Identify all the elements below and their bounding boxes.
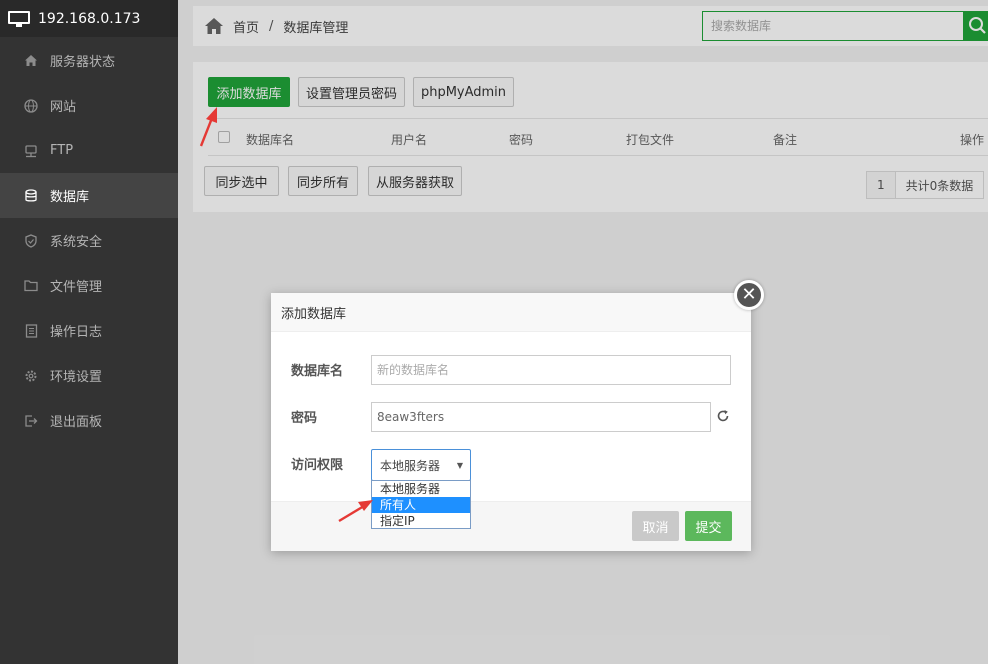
sidebar-item-ftp[interactable]: FTP — [0, 128, 178, 173]
chevron-down-icon: ▼ — [456, 461, 463, 470]
password-field — [371, 402, 711, 432]
sidebar-item-database[interactable]: 数据库 — [0, 173, 178, 218]
sidebar-item-label: 服务器状态 — [50, 55, 116, 70]
access-option-local[interactable]: 本地服务器 — [372, 481, 470, 497]
access-label: 访问权限 — [291, 458, 344, 473]
sidebar-item-server-status[interactable]: 服务器状态 — [0, 38, 178, 83]
sidebar-item-label: 操作日志 — [50, 325, 103, 340]
sidebar-item-label: 网站 — [50, 100, 77, 115]
dialog-title: 添加数据库 — [271, 293, 751, 332]
sidebar-item-settings[interactable]: 环境设置 — [0, 353, 178, 398]
database-icon — [24, 188, 38, 203]
ftp-icon — [24, 144, 38, 158]
db-name-input[interactable] — [372, 356, 730, 384]
log-icon — [24, 323, 38, 338]
sidebar-item-files[interactable]: 文件管理 — [0, 263, 178, 308]
access-option-specific-ip[interactable]: 指定IP — [372, 513, 470, 529]
access-select[interactable]: 本地服务器 ▼ — [371, 449, 471, 481]
sidebar-item-label: 数据库 — [50, 190, 90, 205]
annotation-arrow-icon — [199, 107, 217, 147]
access-selected-value: 本地服务器 — [380, 458, 441, 473]
db-name-field — [371, 355, 731, 385]
sidebar-item-label: FTP — [50, 143, 74, 158]
server-header: 192.168.0.173 — [0, 0, 178, 37]
password-input[interactable] — [372, 403, 710, 431]
refresh-password-icon[interactable] — [716, 409, 730, 423]
submit-button[interactable]: 提交 — [685, 511, 732, 541]
monitor-icon — [8, 10, 30, 27]
shield-icon — [24, 233, 38, 248]
sidebar-item-website[interactable]: 网站 — [0, 83, 178, 128]
sidebar: 192.168.0.173 服务器状态 网站 FTP 数据库 系统安全 文件管理… — [0, 0, 178, 664]
home-icon — [24, 54, 38, 68]
server-ip: 192.168.0.173 — [38, 10, 141, 27]
folder-icon — [24, 279, 38, 293]
annotation-arrow-icon — [338, 500, 373, 523]
sidebar-item-logs[interactable]: 操作日志 — [0, 308, 178, 353]
logout-icon — [24, 414, 38, 428]
sidebar-item-label: 文件管理 — [50, 280, 103, 295]
sidebar-item-label: 环境设置 — [50, 370, 103, 385]
sidebar-item-label: 退出面板 — [50, 415, 103, 430]
sidebar-item-logout[interactable]: 退出面板 — [0, 398, 178, 443]
db-name-label: 数据库名 — [291, 364, 344, 379]
access-option-everyone[interactable]: 所有人 — [372, 497, 470, 513]
sidebar-item-security[interactable]: 系统安全 — [0, 218, 178, 263]
close-icon: ✕ — [741, 284, 757, 305]
password-label: 密码 — [291, 411, 318, 426]
globe-icon — [24, 98, 38, 113]
close-dialog-button[interactable]: ✕ — [734, 280, 764, 310]
access-dropdown-list: 本地服务器 所有人 指定IP — [371, 480, 471, 529]
sidebar-item-label: 系统安全 — [50, 235, 103, 250]
gear-icon — [24, 369, 38, 383]
cancel-button[interactable]: 取消 — [632, 511, 679, 541]
